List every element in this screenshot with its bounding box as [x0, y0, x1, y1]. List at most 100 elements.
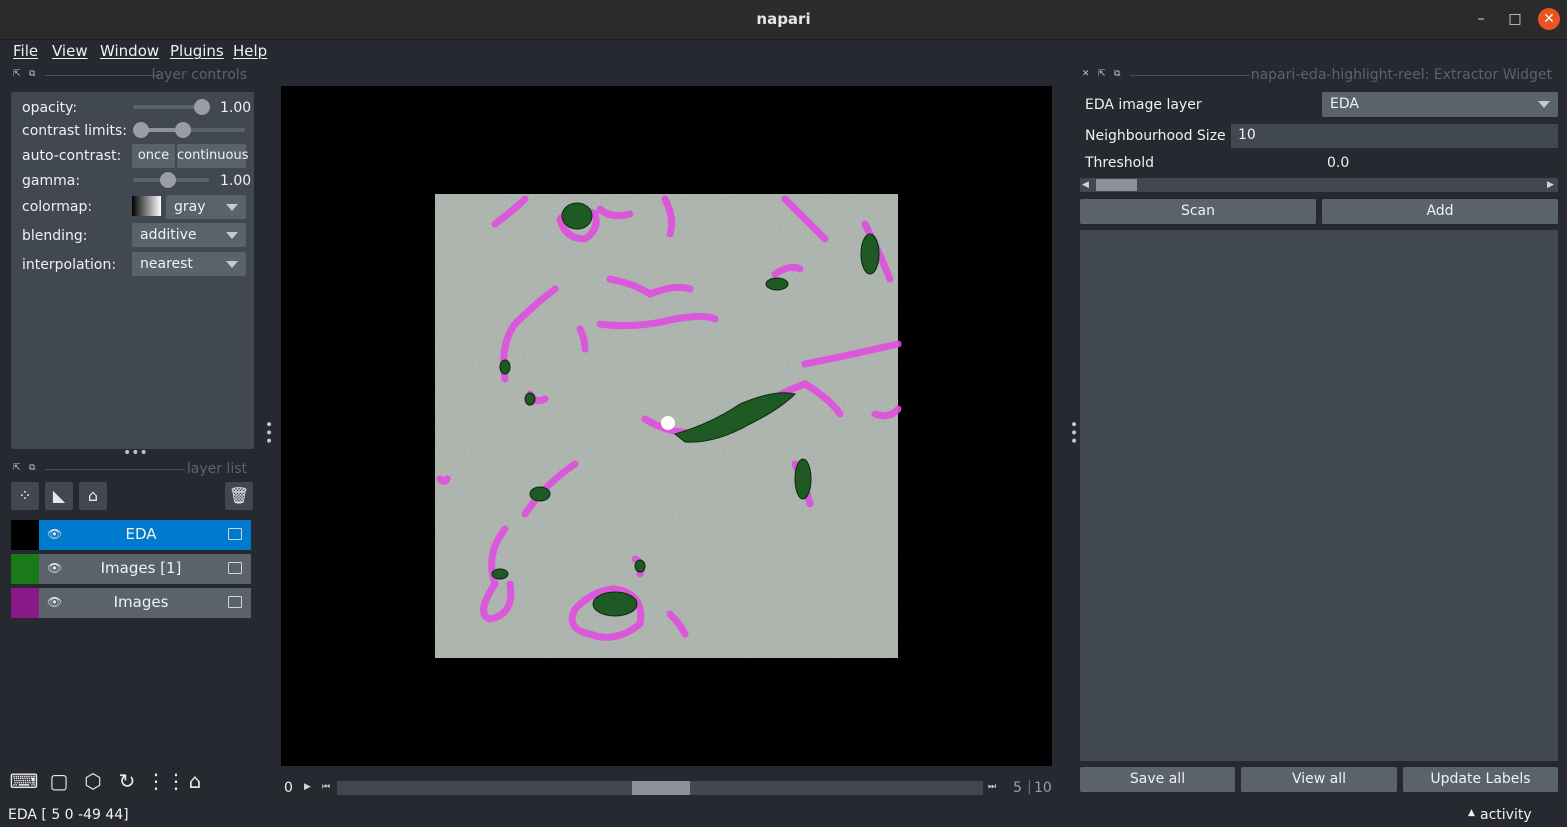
colormap-swatch [132, 196, 161, 216]
chevron-down-icon [1538, 101, 1550, 108]
opacity-value: 1.00 [220, 100, 252, 116]
colormap-combo[interactable]: gray [166, 195, 246, 219]
layer-item-images-1[interactable]: 👁 Images [1] [11, 554, 251, 584]
minimize-button[interactable]: – [1470, 8, 1492, 30]
step-back-icon[interactable]: ⏮ [322, 782, 330, 792]
left-dock-splitter[interactable]: ••• [260, 420, 276, 445]
contrast-limits-label: contrast limits: [22, 123, 127, 139]
plugin-dock-header: ✕ ⇱ ⧉ napari-eda-highlight-reel: Extract… [1080, 67, 1554, 83]
interpolation-value: nearest [140, 256, 193, 272]
neighbourhood-size-input[interactable]: 10 [1231, 124, 1558, 148]
menu-help[interactable]: Help [233, 42, 267, 60]
dims-slider-handle[interactable] [632, 781, 690, 795]
points-marker [661, 416, 675, 430]
visibility-eye-icon[interactable]: 👁 [47, 561, 62, 575]
close-button[interactable]: ✕ [1538, 8, 1560, 30]
results-list[interactable] [1080, 230, 1558, 761]
menu-plugins[interactable]: Plugins [170, 42, 224, 60]
detach-icon[interactable]: ⧉ [29, 463, 35, 473]
interpolation-combo[interactable]: nearest [132, 252, 246, 276]
new-points-layer-icon[interactable]: ⁘ [11, 482, 39, 510]
opacity-label: opacity: [22, 100, 78, 116]
activity-button[interactable]: activity [1480, 807, 1532, 823]
contrast-min-handle[interactable] [133, 122, 149, 138]
scan-button[interactable]: Scan [1080, 199, 1316, 224]
colormap-value: gray [174, 199, 206, 215]
plugin-dock-title: napari-eda-highlight-reel: Extractor Wid… [1250, 67, 1552, 83]
roll-dims-icon[interactable]: ⬡ [78, 766, 108, 796]
eda-layer-label: EDA image layer [1085, 97, 1202, 113]
transpose-icon[interactable]: ↻ [112, 766, 142, 796]
float-icon[interactable]: ⇱ [13, 463, 21, 473]
threshold-slider[interactable] [1080, 178, 1558, 192]
grid-view-icon[interactable]: ⋮⋮ [146, 766, 186, 796]
home-icon[interactable]: ⌂ [180, 766, 210, 796]
ndisplay-2d-icon[interactable]: ▢ [44, 766, 74, 796]
layer-item-images[interactable]: 👁 Images [11, 588, 251, 618]
caret-up-icon[interactable]: ▲ [1468, 808, 1475, 818]
opacity-slider-handle[interactable] [194, 99, 210, 115]
layer-name: Images [1] [100, 559, 182, 577]
detach-icon[interactable]: ⧉ [29, 69, 35, 79]
step-forward-icon[interactable]: ⏭ [988, 782, 996, 792]
dims-slider-value: 5 [1013, 780, 1022, 796]
microscopy-image [435, 194, 902, 658]
layer-item-eda[interactable]: 👁 EDA [11, 520, 251, 550]
new-shapes-layer-icon[interactable]: ◣ [45, 482, 73, 510]
menu-file[interactable]: File [13, 42, 38, 60]
gamma-label: gamma: [22, 173, 81, 189]
auto-contrast-once-button[interactable]: once [132, 144, 175, 168]
layer-name: EDA [125, 525, 157, 543]
eda-layer-value: EDA [1330, 96, 1359, 112]
interpolation-label: interpolation: [22, 257, 117, 273]
layer-thumbnail [11, 588, 39, 618]
view-all-button[interactable]: View all [1241, 767, 1397, 792]
auto-contrast-label: auto-contrast: [22, 148, 122, 164]
float-icon[interactable]: ⇱ [1098, 69, 1106, 79]
window-titlebar: napari – □ ✕ [0, 0, 1567, 40]
new-labels-layer-icon[interactable]: ⌂ [79, 482, 107, 510]
gamma-slider-handle[interactable] [160, 172, 176, 188]
blending-label: blending: [22, 228, 88, 244]
image-layer-icon [228, 562, 242, 574]
play-icon[interactable]: ▶ [304, 782, 311, 792]
dims-slider-max: 10 [1034, 780, 1052, 796]
splitter-handle[interactable]: ••• [123, 445, 148, 461]
blending-combo[interactable]: additive [132, 223, 246, 247]
menu-window[interactable]: Window [100, 42, 159, 60]
gamma-value: 1.00 [220, 173, 252, 189]
chevron-down-icon [226, 204, 238, 211]
auto-contrast-continuous-button[interactable]: continuous [177, 144, 249, 168]
neighbourhood-size-label: Neighbourhood Size [1085, 128, 1226, 144]
viewer-canvas[interactable] [281, 86, 1052, 766]
visibility-eye-icon[interactable]: 👁 [47, 595, 62, 609]
console-icon[interactable]: ⌨ [9, 766, 39, 796]
scroll-right-icon[interactable]: ▶ [1547, 180, 1554, 190]
maximize-button[interactable]: □ [1504, 8, 1526, 30]
add-button[interactable]: Add [1322, 199, 1558, 224]
chevron-down-icon [226, 261, 238, 268]
contrast-max-handle[interactable] [175, 122, 191, 138]
image-layer-icon [228, 528, 242, 540]
layer-thumbnail [11, 554, 39, 584]
eda-layer-combo[interactable]: EDA [1322, 92, 1558, 117]
right-dock-splitter[interactable]: ••• [1065, 420, 1081, 445]
dims-current-index: 0 [284, 780, 293, 796]
close-icon[interactable]: ✕ [1082, 69, 1090, 79]
layer-thumbnail [11, 520, 39, 550]
delete-layer-icon[interactable]: 🗑 [225, 482, 253, 510]
colormap-label: colormap: [22, 199, 93, 215]
update-labels-button[interactable]: Update Labels [1403, 767, 1558, 792]
threshold-slider-handle[interactable] [1096, 179, 1137, 191]
image-view [435, 194, 902, 658]
window-title: napari [756, 10, 811, 28]
threshold-value: 0.0 [1327, 155, 1350, 171]
menu-view[interactable]: View [52, 42, 88, 60]
image-layer-icon [228, 596, 242, 608]
threshold-label: Threshold [1085, 155, 1154, 171]
visibility-eye-icon[interactable]: 👁 [47, 527, 62, 541]
float-icon[interactable]: ⇱ [13, 69, 21, 79]
detach-icon[interactable]: ⧉ [1114, 69, 1120, 79]
scroll-left-icon[interactable]: ◀ [1082, 180, 1089, 190]
save-all-button[interactable]: Save all [1080, 767, 1235, 792]
